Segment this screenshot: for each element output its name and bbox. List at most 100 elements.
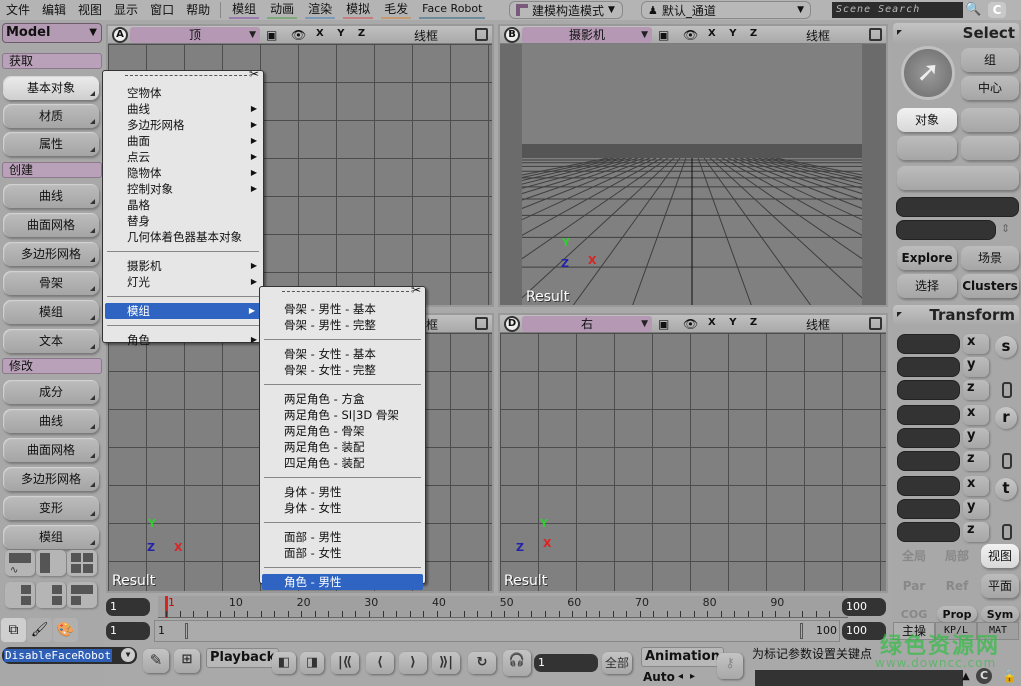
select-field-2[interactable] xyxy=(896,220,996,240)
module-face-robot[interactable]: Face Robot xyxy=(419,1,486,19)
camera-icon[interactable]: ▣ xyxy=(266,28,277,42)
btn-create-surface[interactable]: 曲面网格 xyxy=(3,213,99,237)
module-hair[interactable]: 毛发 xyxy=(381,1,412,19)
btn-material[interactable]: 材质 xyxy=(3,104,99,128)
ref-view-button[interactable]: 视图 xyxy=(981,544,1019,568)
auto-key-button[interactable]: Auto xyxy=(643,670,675,684)
pass-select[interactable]: ♟ 默认_通道 ▼ xyxy=(641,1,811,19)
menu-edit[interactable]: 编辑 xyxy=(36,0,72,20)
menu-window[interactable]: 窗口 xyxy=(144,0,180,20)
menu-item[interactable]: 替身 xyxy=(103,213,263,229)
maximize-icon[interactable] xyxy=(869,317,882,330)
layout-button-6[interactable] xyxy=(36,582,66,608)
submenu-item[interactable]: 两足角色 - 装配 xyxy=(260,439,425,455)
transform-rx-field[interactable] xyxy=(897,405,960,425)
viewport-letter[interactable]: A xyxy=(112,27,128,43)
menu-item[interactable]: 曲面 ▶ xyxy=(103,133,263,149)
c-button[interactable]: C xyxy=(988,2,1006,18)
select-group-button[interactable]: 组 xyxy=(961,48,1019,72)
submenu-item[interactable]: 骨架 - 男性 - 完整 xyxy=(260,317,425,333)
btn-property[interactable]: 属性 xyxy=(3,132,99,156)
tear-off-line[interactable]: ✂ xyxy=(282,283,421,301)
next-frame-icon[interactable]: ◨ xyxy=(300,652,324,674)
transform-sy-field[interactable] xyxy=(897,357,960,377)
submenu-item[interactable]: 骨架 - 女性 - 完整 xyxy=(260,362,425,378)
menu-view[interactable]: 视图 xyxy=(72,0,108,20)
viewport-letter[interactable]: B xyxy=(504,27,520,43)
select-object-button[interactable]: 对象 xyxy=(897,108,957,132)
submenu-item[interactable]: 身体 - 男性 xyxy=(260,484,425,500)
menu-item[interactable]: 点云 ▶ xyxy=(103,149,263,165)
play-backward-icon[interactable]: ⟨ xyxy=(366,652,394,674)
camera-icon[interactable]: ▣ xyxy=(658,28,669,42)
menu-item[interactable]: 模组 ▶ xyxy=(105,303,261,319)
transform-scale-button[interactable]: s xyxy=(995,336,1017,358)
btn-modify-deform[interactable]: 变形 xyxy=(3,496,99,520)
transform-panel-title[interactable]: Transform xyxy=(893,305,1019,325)
scene-button[interactable]: 场景 xyxy=(961,246,1019,270)
transform-lock-icon[interactable] xyxy=(1002,524,1012,540)
btn-create-skeleton[interactable]: 骨架 xyxy=(3,271,99,295)
submenu-item[interactable]: 骨架 - 男性 - 基本 xyxy=(260,301,425,317)
range-end-handle[interactable] xyxy=(800,623,803,639)
menu-item[interactable]: 灯光 ▶ xyxy=(103,274,263,290)
submenu-item[interactable]: 两足角色 - SI|3D 骨架 xyxy=(260,407,425,423)
eye-icon[interactable]: 👁 xyxy=(683,28,698,42)
play-forward-icon[interactable]: ⟩ xyxy=(399,652,427,674)
menu-item[interactable]: 几何体着色器基本对象 xyxy=(103,229,263,245)
xyz-buttons[interactable]: X Y Z xyxy=(708,317,762,328)
xyz-buttons[interactable]: X Y Z xyxy=(316,28,370,39)
construction-mode-select[interactable]: 建模构造模式 ▼ xyxy=(509,1,623,19)
maximize-icon[interactable] xyxy=(869,28,882,41)
key-icon[interactable]: ⚷ xyxy=(717,653,743,679)
module-animate[interactable]: 动画 xyxy=(267,1,298,19)
select-filter-button[interactable] xyxy=(897,166,1019,190)
menu-display[interactable]: 显示 xyxy=(108,0,144,20)
select-empty-button-1[interactable] xyxy=(961,108,1019,132)
section-get[interactable]: 获取 xyxy=(2,53,102,69)
scene-search-input[interactable]: Scene Search xyxy=(832,2,963,18)
transform-sz-field[interactable] xyxy=(897,380,960,400)
explore-button[interactable]: Explore xyxy=(897,246,957,270)
btn-modify-curve[interactable]: 曲线 xyxy=(3,409,99,433)
submenu-item[interactable]: 面部 - 女性 xyxy=(260,545,425,561)
transform-sx-button[interactable]: x xyxy=(963,334,989,354)
btn-modify-polymesh[interactable]: 多边形网格 xyxy=(3,467,99,491)
menu-item[interactable]: 摄影机 ▶ xyxy=(103,258,263,274)
tab-mat[interactable]: MAT xyxy=(977,622,1019,640)
last-frame-icon[interactable]: ⟫| xyxy=(432,652,460,674)
select-empty-button-3[interactable] xyxy=(961,136,1019,160)
playback-menu-button[interactable]: Playback xyxy=(206,648,280,668)
viewport-view-select[interactable]: 摄影机 ▼ xyxy=(522,27,652,43)
cog-button[interactable]: COG xyxy=(895,606,933,622)
transform-sy-button[interactable]: y xyxy=(963,357,989,377)
range-start-handle[interactable] xyxy=(185,623,188,639)
search-icon[interactable]: 🔍 xyxy=(965,2,981,17)
transform-rz-button[interactable]: z xyxy=(963,451,989,471)
display-mode-select[interactable]: 线框 xyxy=(806,27,830,44)
ref-ref-button[interactable]: Ref xyxy=(937,574,977,598)
menu-file[interactable]: 文件 xyxy=(0,0,36,20)
first-frame-icon[interactable]: |⟪ xyxy=(331,652,359,674)
transform-tz-field[interactable] xyxy=(897,522,960,542)
btn-primitive[interactable]: 基本对象 xyxy=(3,76,99,100)
transform-ty-button[interactable]: y xyxy=(963,499,989,519)
submenu-item[interactable]: 骨架 - 女性 - 基本 xyxy=(260,346,425,362)
menu-item[interactable]: 控制对象 ▶ xyxy=(103,181,263,197)
lock-icon[interactable]: 🔒 xyxy=(1002,669,1017,683)
transform-rx-button[interactable]: x xyxy=(963,405,989,425)
ref-par-button[interactable]: Par xyxy=(895,574,933,598)
chevron-up-icon[interactable]: ▲ xyxy=(962,671,970,682)
menu-item[interactable]: 多边形网格 ▶ xyxy=(103,117,263,133)
maximize-icon[interactable] xyxy=(475,317,488,330)
layout-button-1[interactable]: ∿ xyxy=(5,550,35,576)
btn-create-model[interactable]: 模组 xyxy=(3,300,99,324)
layout-button-2[interactable] xyxy=(36,550,66,576)
scissors-icon[interactable]: ✂ xyxy=(411,283,421,297)
key-marked-parameters-button[interactable]: 为标记参数设置关键点 xyxy=(752,645,887,663)
tab-main[interactable]: 主操 xyxy=(893,622,935,640)
script-icon[interactable]: ✎ xyxy=(143,649,169,673)
module-simulate[interactable]: 模拟 xyxy=(343,1,374,19)
menu-item[interactable]: 晶格 xyxy=(103,197,263,213)
tab-kpl[interactable]: KP/L xyxy=(935,622,977,640)
